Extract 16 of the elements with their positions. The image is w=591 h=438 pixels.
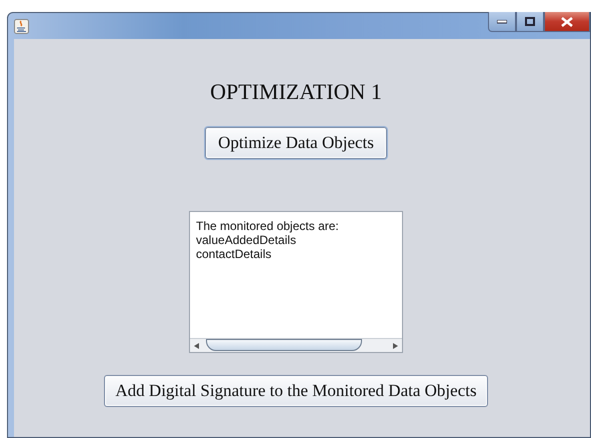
text-area[interactable]: The monitored objects are: valueAddedDetails contactDetails [189, 211, 403, 353]
add-signature-button[interactable]: Add Digital Signature to the Monitored Data Objects [104, 375, 488, 407]
scrollbar-thumb[interactable] [206, 339, 362, 351]
optimize-button[interactable]: Optimize Data Objects [205, 127, 387, 159]
maximize-button[interactable] [516, 12, 544, 32]
maximize-icon [525, 17, 535, 26]
minimize-button[interactable] [488, 12, 516, 32]
heading: OPTIMIZATION 1 [210, 79, 382, 105]
text-line: The monitored objects are: [196, 219, 340, 233]
horizontal-scrollbar[interactable] [190, 338, 402, 352]
close-icon [561, 16, 573, 26]
coffee-cup-icon [14, 19, 29, 34]
text-line: contactDetails [196, 247, 272, 261]
minimize-icon [497, 20, 507, 24]
text-line: valueAddedDetails [196, 233, 298, 247]
close-button[interactable] [544, 12, 590, 32]
